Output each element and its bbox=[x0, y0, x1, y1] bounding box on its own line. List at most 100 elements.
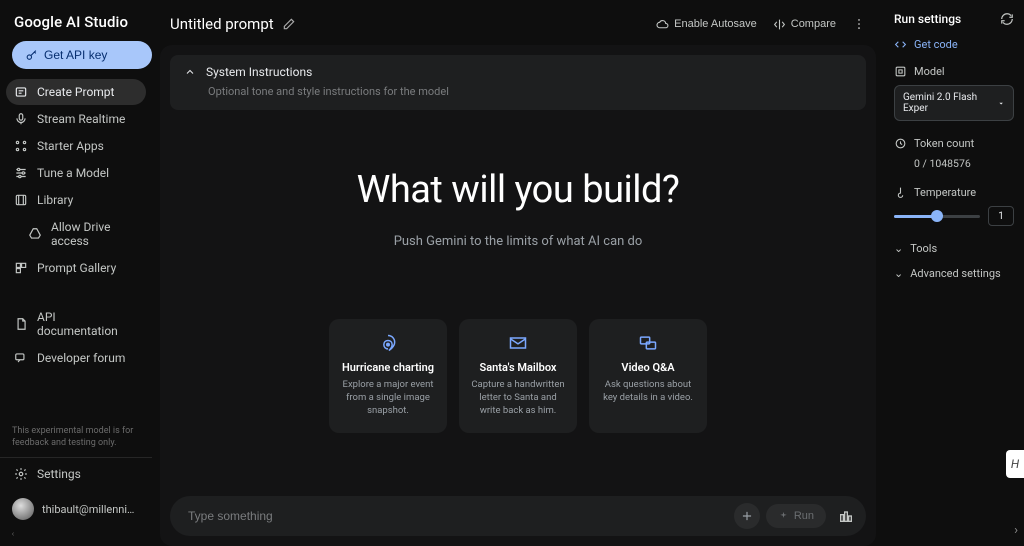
advanced-label: Advanced settings bbox=[910, 267, 1001, 280]
system-instructions-subtitle: Optional tone and style instructions for… bbox=[208, 85, 852, 98]
nav-label: Developer forum bbox=[37, 351, 125, 365]
nav-label: Prompt Gallery bbox=[37, 261, 116, 275]
hero-heading: What will you build? bbox=[160, 168, 876, 212]
refresh-icon bbox=[1000, 12, 1014, 26]
card-title: Santa's Mailbox bbox=[469, 361, 567, 374]
chevron-down-icon bbox=[997, 99, 1005, 108]
card-desc: Explore a major event from a single imag… bbox=[339, 379, 437, 417]
prompt-input-row: Run bbox=[170, 496, 866, 536]
library-icon bbox=[14, 193, 28, 207]
run-label: Run bbox=[794, 510, 814, 522]
nav-api-docs[interactable]: API documentation bbox=[6, 304, 146, 344]
nav-drive-access[interactable]: Allow Drive access bbox=[6, 214, 146, 254]
card-title: Hurricane charting bbox=[339, 361, 437, 374]
nav-label: Stream Realtime bbox=[37, 112, 125, 126]
nav-label: Tune a Model bbox=[37, 166, 109, 180]
compare-label: Compare bbox=[791, 18, 836, 30]
temperature-value[interactable]: 1 bbox=[988, 206, 1014, 226]
next-button[interactable]: › bbox=[1014, 523, 1018, 538]
nav-label: Create Prompt bbox=[37, 85, 114, 99]
model-label: Model bbox=[914, 65, 945, 78]
get-api-key-label: Get API key bbox=[44, 48, 107, 62]
nav-dev-forum[interactable]: Developer forum bbox=[6, 345, 146, 371]
get-code-button[interactable]: Get code bbox=[894, 38, 1014, 51]
sparkle-icon bbox=[778, 511, 789, 522]
add-attachment-button[interactable] bbox=[734, 503, 760, 529]
user-account[interactable]: thibault@millennium-dig... bbox=[0, 490, 152, 530]
card-desc: Ask questions about key details in a vid… bbox=[599, 379, 697, 405]
plus-icon bbox=[740, 509, 754, 523]
nav-label: Allow Drive access bbox=[51, 220, 138, 248]
key-icon bbox=[25, 49, 38, 62]
token-count-label: Token count bbox=[914, 137, 974, 150]
hero: What will you build? Push Gemini to the … bbox=[160, 168, 876, 249]
more-menu-button[interactable] bbox=[848, 13, 870, 35]
get-code-label: Get code bbox=[914, 38, 958, 51]
nav-label: Library bbox=[37, 193, 73, 207]
nav-prompt-gallery[interactable]: Prompt Gallery bbox=[6, 255, 146, 281]
card-hurricane[interactable]: Hurricane charting Explore a major event… bbox=[329, 319, 447, 433]
autosave-button[interactable]: Enable Autosave bbox=[648, 14, 765, 35]
card-title: Video Q&A bbox=[599, 361, 697, 374]
temperature-slider[interactable] bbox=[894, 215, 980, 218]
main: Untitled prompt Enable Autosave Compare bbox=[152, 0, 884, 546]
run-settings-title: Run settings bbox=[894, 12, 961, 26]
thermometer-icon bbox=[894, 186, 907, 199]
system-instructions-panel[interactable]: System Instructions Optional tone and st… bbox=[170, 55, 866, 110]
video-qa-icon bbox=[599, 333, 697, 353]
prompt-title: Untitled prompt bbox=[170, 15, 274, 33]
chevron-down-icon: ⌄ bbox=[894, 242, 903, 255]
create-prompt-icon bbox=[14, 85, 28, 99]
model-icon bbox=[894, 65, 907, 78]
edit-title-button[interactable] bbox=[282, 17, 296, 31]
tools-section[interactable]: ⌄ Tools bbox=[894, 242, 1014, 255]
card-video[interactable]: Video Q&A Ask questions about key detail… bbox=[589, 319, 707, 433]
prompt-canvas: System Instructions Optional tone and st… bbox=[160, 45, 876, 546]
advanced-settings-section[interactable]: ⌄ Advanced settings bbox=[894, 267, 1014, 280]
gallery-button[interactable] bbox=[834, 508, 858, 524]
reset-settings-button[interactable] bbox=[1000, 12, 1014, 26]
slider-thumb[interactable] bbox=[931, 210, 943, 222]
tools-label: Tools bbox=[910, 242, 937, 255]
prompt-input[interactable] bbox=[188, 509, 728, 523]
nav-starter-apps[interactable]: Starter Apps bbox=[6, 133, 146, 159]
sidebar: Google AI Studio Get API key Create Prom… bbox=[0, 0, 152, 546]
chevron-down-icon: ⌄ bbox=[894, 267, 903, 280]
forum-icon bbox=[14, 351, 28, 365]
apps-icon bbox=[14, 139, 28, 153]
tune-icon bbox=[14, 166, 28, 180]
settings-button[interactable]: Settings bbox=[0, 458, 152, 490]
run-settings-panel: Run settings Get code Model Gemini 2.0 F… bbox=[884, 0, 1024, 546]
disclaimer-text: This experimental model is for feedback … bbox=[0, 425, 152, 457]
side-tab[interactable]: H bbox=[1006, 450, 1024, 478]
settings-label: Settings bbox=[37, 467, 81, 481]
nav-library[interactable]: Library bbox=[6, 187, 146, 213]
model-select[interactable]: Gemini 2.0 Flash Exper bbox=[894, 85, 1014, 121]
gear-icon bbox=[14, 467, 28, 481]
nav-tune-model[interactable]: Tune a Model bbox=[6, 160, 146, 186]
autosave-label: Enable Autosave bbox=[674, 18, 757, 30]
hurricane-icon bbox=[339, 333, 437, 353]
get-api-key-button[interactable]: Get API key bbox=[12, 41, 152, 69]
nav-stream-realtime[interactable]: Stream Realtime bbox=[6, 106, 146, 132]
nav-create-prompt[interactable]: Create Prompt bbox=[6, 79, 146, 105]
topbar: Untitled prompt Enable Autosave Compare bbox=[152, 0, 884, 41]
nav-label: Starter Apps bbox=[37, 139, 104, 153]
nav-label: API documentation bbox=[37, 310, 138, 338]
system-instructions-title: System Instructions bbox=[206, 65, 312, 79]
token-count-value: 0 / 1048576 bbox=[914, 157, 1014, 170]
collapse-sidebar-button[interactable] bbox=[0, 530, 16, 546]
avatar bbox=[12, 498, 34, 520]
app-logo: Google AI Studio bbox=[0, 0, 152, 41]
hero-subtitle: Push Gemini to the limits of what AI can… bbox=[160, 234, 876, 249]
chevron-up-icon bbox=[184, 66, 196, 78]
user-email: thibault@millennium-dig... bbox=[42, 503, 140, 516]
token-icon bbox=[894, 137, 907, 150]
model-value: Gemini 2.0 Flash Exper bbox=[903, 92, 997, 114]
run-button[interactable]: Run bbox=[766, 504, 826, 528]
card-santa[interactable]: Santa's Mailbox Capture a handwritten le… bbox=[459, 319, 577, 433]
compare-icon bbox=[773, 18, 786, 31]
starter-cards: Hurricane charting Explore a major event… bbox=[160, 319, 876, 433]
compare-button[interactable]: Compare bbox=[765, 14, 844, 35]
mic-icon bbox=[14, 112, 28, 126]
